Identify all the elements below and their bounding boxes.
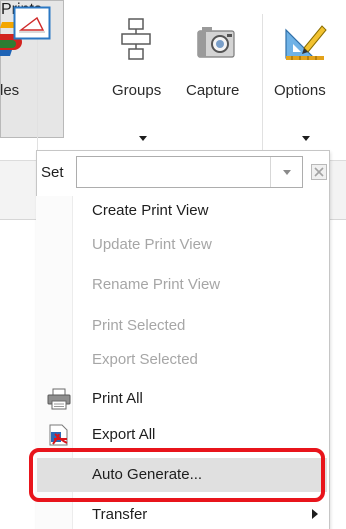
menu-item-label: Print All: [92, 390, 143, 407]
clear-set-button[interactable]: [311, 164, 327, 180]
set-label: Set: [41, 164, 64, 181]
ruler-pencil-icon: [285, 25, 327, 60]
menu-item-export-all[interactable]: Export All: [37, 418, 327, 452]
menu-item-label: Rename Print View: [92, 276, 221, 293]
close-icon: [314, 167, 324, 177]
groups-dropdown-arrow: [139, 136, 147, 141]
menu-item-update-print-view[interactable]: Update Print View: [37, 228, 327, 262]
capture-label: Capture: [186, 82, 240, 99]
ribbon-separator: [262, 14, 263, 154]
options-label: Options: [274, 82, 326, 99]
menu-item-export-selected[interactable]: Export Selected: [37, 343, 327, 377]
printer-icon: [47, 388, 71, 410]
groups-label: Groups: [112, 82, 162, 99]
options-dropdown-arrow: [302, 136, 310, 141]
ribbon: les Prints Groups: [0, 0, 346, 160]
menu-item-label: Transfer: [92, 506, 148, 523]
chevron-down-icon: [283, 170, 291, 175]
set-combobox[interactable]: [76, 156, 303, 188]
set-combobox-dropdown-button[interactable]: [270, 157, 302, 187]
highlight-outline: [29, 448, 325, 502]
menu-item-label: Update Print View: [92, 236, 212, 253]
submenu-arrow-icon: [312, 509, 318, 519]
menu-item-create-print-view[interactable]: Create Print View: [37, 194, 327, 228]
print-view-icon: [13, 6, 51, 40]
camera-icon: [197, 27, 235, 58]
ribbon-partial-label: les: [0, 82, 20, 99]
pdf-export-icon: [49, 424, 68, 446]
menu-item-label: Export All: [92, 426, 156, 443]
menu-item-print-all[interactable]: Print All: [37, 382, 327, 416]
groups-icon: [121, 18, 151, 60]
capture-button[interactable]: Capture: [184, 18, 252, 148]
options-button[interactable]: Options: [272, 18, 342, 148]
menu-item-print-selected[interactable]: Print Selected: [37, 309, 327, 343]
menu-item-label: Create Print View: [92, 202, 209, 219]
menu-item-transfer[interactable]: Transfer: [37, 498, 327, 529]
menu-item-label: Print Selected: [92, 317, 186, 334]
menu-item-label: Export Selected: [92, 351, 198, 368]
groups-button[interactable]: Groups: [112, 18, 176, 148]
menu-item-rename-print-view[interactable]: Rename Print View: [37, 268, 327, 302]
